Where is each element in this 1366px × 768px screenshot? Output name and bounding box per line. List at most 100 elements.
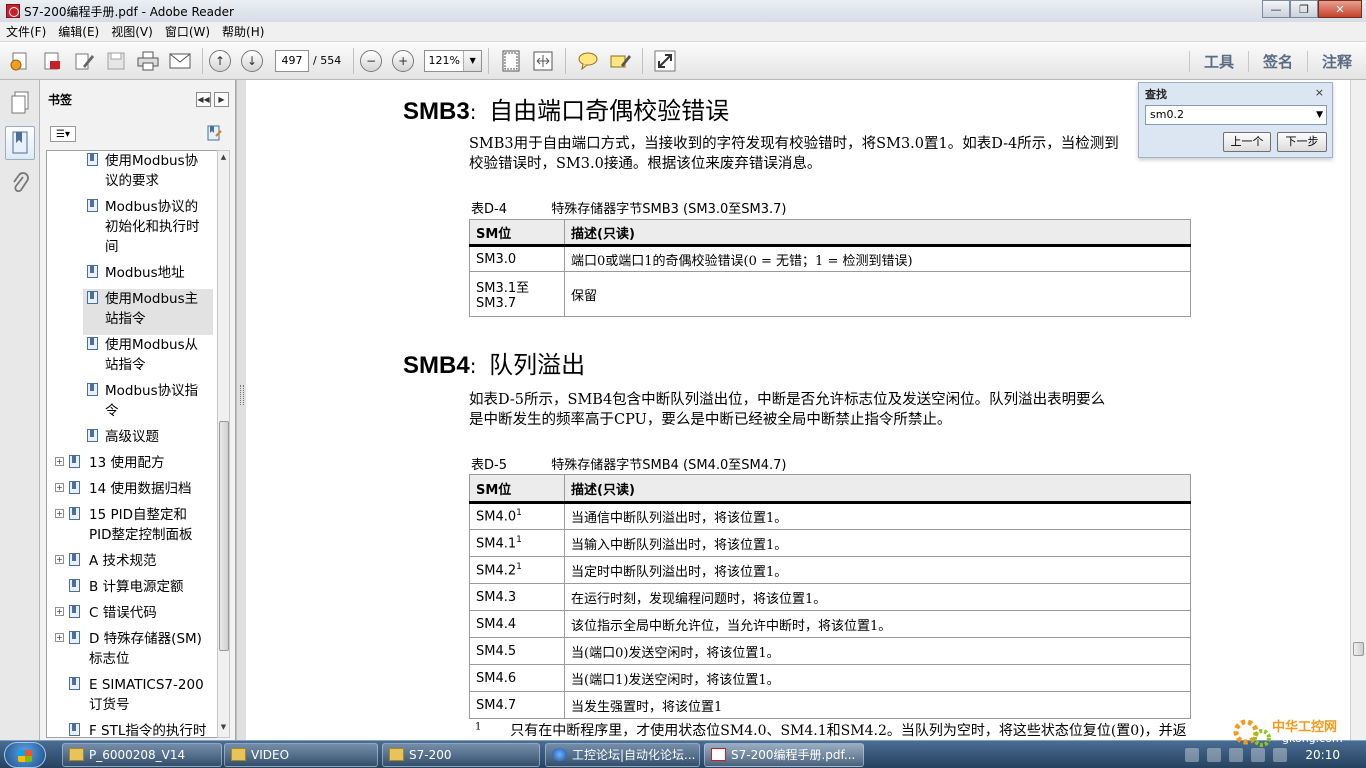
bookmark-item[interactable]: +15 PID自整定和 PID整定控制面板 <box>51 505 213 551</box>
bookmark-item[interactable]: 使用Modbus从 站指令 <box>83 335 213 381</box>
find-title: 查找 <box>1145 88 1167 101</box>
scroll-down-icon[interactable]: ▼ <box>218 723 229 735</box>
bookmark-options-button[interactable]: ☰▾ <box>50 126 76 142</box>
gear-icon <box>1233 719 1271 747</box>
bookmark-label: Modbus协议的 <box>105 199 199 215</box>
export-pdf-button[interactable] <box>38 47 66 75</box>
bookmark-item[interactable]: 高级议题 <box>83 427 213 453</box>
fit-width-button[interactable] <box>529 47 557 75</box>
zoom-select[interactable]: 121% ▼ <box>424 49 483 72</box>
bookmark-label: F STL指令的执行时 <box>89 723 207 738</box>
taskbar-item-browser[interactable]: 工控论坛|自动化论坛... <box>545 743 700 767</box>
toolbar-separator <box>565 47 567 74</box>
find-input[interactable]: sm0.2 ▼ <box>1145 105 1327 125</box>
next-page-button[interactable]: ↓ <box>241 49 263 72</box>
expand-icon[interactable]: + <box>55 607 64 616</box>
bookmark-item[interactable]: F STL指令的执行时 <box>51 721 213 738</box>
bookmark-item[interactable]: Modbus地址 <box>83 263 213 289</box>
collapse-panel-button[interactable]: ◀◀ <box>196 92 211 107</box>
close-window-button[interactable]: ✕ <box>1318 0 1362 18</box>
highlight-button[interactable] <box>606 47 634 75</box>
menu-edit[interactable]: 编辑(E) <box>52 23 105 40</box>
page-thumbnails-button[interactable] <box>5 86 35 120</box>
bookmark-item[interactable]: + A 技术规范 <box>51 551 213 577</box>
volume-icon[interactable] <box>1207 748 1222 762</box>
taskbar-item-folder[interactable]: P_6000208_V14 <box>62 743 222 767</box>
find-next-button[interactable]: 下一步 <box>1277 132 1327 152</box>
table-cell-bit: SM3.0 <box>469 245 565 272</box>
table-row: SM4.11 当输入中断队列溢出时，将该位置1。 <box>469 529 1191 557</box>
new-bookmark-button[interactable] <box>205 124 223 142</box>
print-button[interactable] <box>134 47 162 75</box>
bookmark-item[interactable]: +14 使用数据归档 <box>51 479 213 505</box>
network-icon[interactable] <box>1185 748 1200 762</box>
save-icon <box>107 52 125 69</box>
document-scroll-thumb[interactable] <box>1353 642 1364 656</box>
chevron-down-icon[interactable]: ▼ <box>463 50 482 71</box>
sign-tab[interactable]: 签名 <box>1247 50 1307 72</box>
table-row: SM3.0 端口0或端口1的奇偶校验错误(0 = 无错；1 = 检测到错误) <box>469 245 1191 272</box>
bookmark-item[interactable]: 使用Modbus协 议的要求 <box>83 151 213 197</box>
bookmark-item[interactable]: B 计算电源定额 <box>51 577 213 603</box>
minimize-button[interactable]: — <box>1262 0 1290 18</box>
menu-window[interactable]: 窗口(W) <box>159 23 216 40</box>
maximize-button[interactable]: ❐ <box>1290 0 1318 18</box>
page-number-input[interactable]: 497 <box>275 49 309 72</box>
email-button[interactable] <box>166 47 194 75</box>
smb3-heading: SMB3: 自由端口奇偶校验错误 <box>403 97 730 125</box>
panel-splitter[interactable] <box>236 80 246 740</box>
zoom-out-button[interactable]: − <box>360 49 383 72</box>
bookmarks-button[interactable] <box>5 126 35 160</box>
scroll-up-icon[interactable]: ▲ <box>218 153 229 165</box>
previous-page-button[interactable]: ↑ <box>209 49 231 72</box>
bookmark-item[interactable]: + D 特殊存储器(SM) 标志位 <box>51 629 213 675</box>
expand-icon[interactable]: + <box>55 555 64 564</box>
menu-view[interactable]: 视图(V) <box>105 23 159 40</box>
sticky-note-button[interactable] <box>574 47 602 75</box>
expand-panel-button[interactable]: ▶ <box>214 92 229 107</box>
bookmark-item[interactable]: 使用Modbus主 站指令 <box>83 289 213 335</box>
table-row: SM4.4 该位指示全局中断允许位，当允许中断时，将该位置1。 <box>469 610 1191 638</box>
bookmark-item[interactable]: +13 使用配方 <box>51 453 213 479</box>
menu-bar: 文件(F) 编辑(E) 视图(V) 窗口(W) 帮助(H) <box>0 22 1366 42</box>
comment-tab[interactable]: 注释 <box>1306 50 1366 72</box>
tools-tab[interactable]: 工具 <box>1188 50 1248 72</box>
folder-icon <box>389 748 404 761</box>
window-title: S7-200编程手册.pdf - Adobe Reader <box>24 4 234 19</box>
bookmark-icon <box>69 723 80 736</box>
zoom-in-button[interactable]: + <box>392 49 415 72</box>
bookmark-item[interactable]: + C 错误代码 <box>51 603 213 629</box>
bookmark-item[interactable]: Modbus协议的 初始化和执行时间 <box>83 197 213 263</box>
find-previous-button[interactable]: 上一个 <box>1223 132 1271 152</box>
taskbar-item-folder[interactable]: S7-200 <box>382 743 540 767</box>
bookmark-icon <box>87 153 98 166</box>
smb4-paragraph: 如表D-5所示，SMB4包含中断队列溢出位，中断是否允许标志位及发送空闲位。队列… <box>469 390 1189 430</box>
expand-icon[interactable]: + <box>55 457 64 466</box>
taskbar-item-adobe-reader[interactable]: S7-200编程手册.pdf... <box>704 743 864 767</box>
start-button[interactable] <box>4 742 46 768</box>
save-button[interactable] <box>102 47 130 75</box>
bookmarks-scroll-thumb[interactable] <box>219 421 229 651</box>
table-row: SM3.1至 SM3.7 保留 <box>469 271 1191 317</box>
table-cell-desc: 当(端口1)发送空闲时，将该位置1。 <box>564 664 1191 692</box>
find-close-button[interactable]: × <box>1315 86 1324 99</box>
taskbar-item-folder[interactable]: VIDEO <box>224 743 378 767</box>
bookmark-label: 订货号 <box>89 697 130 713</box>
menu-file[interactable]: 文件(F) <box>0 23 52 40</box>
create-pdf-button[interactable] <box>6 47 34 75</box>
fullscreen-button[interactable] <box>651 47 679 75</box>
expand-icon[interactable]: + <box>55 483 64 492</box>
bookmark-item[interactable]: Modbus协议指令 <box>83 381 213 427</box>
table-row: SM4.01 当通信中断队列溢出时，将该位置1。 <box>469 502 1191 530</box>
bookmarks-scrollbar[interactable]: ▲ ▼ <box>217 150 230 738</box>
expand-icon[interactable]: + <box>55 633 64 642</box>
edit-pdf-button[interactable] <box>70 47 98 75</box>
attachments-button[interactable] <box>5 166 35 200</box>
bookmark-label: D 特殊存储器(SM) <box>89 631 202 647</box>
document-scrollbar[interactable] <box>1350 80 1366 740</box>
bookmark-item[interactable]: E SIMATICS7-200 订货号 <box>51 675 213 721</box>
chevron-down-icon[interactable]: ▼ <box>1316 106 1323 124</box>
expand-icon[interactable]: + <box>55 509 64 518</box>
fit-page-button[interactable] <box>497 47 525 75</box>
menu-help[interactable]: 帮助(H) <box>216 23 270 40</box>
